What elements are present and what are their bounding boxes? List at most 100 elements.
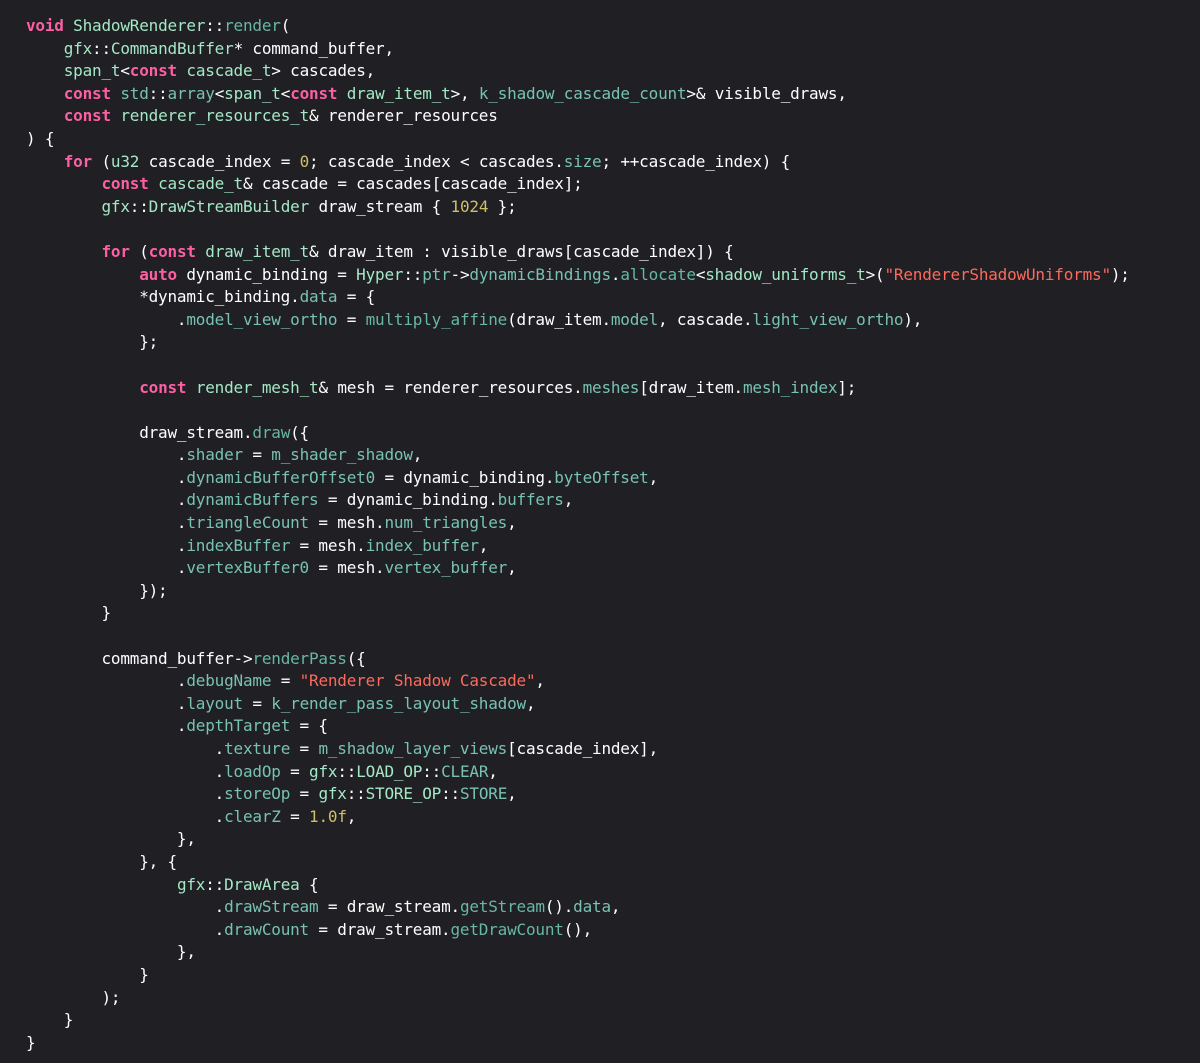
code-token-type: LOAD_OP — [356, 761, 423, 781]
code-token-plain: . — [26, 739, 225, 758]
code-line: const std::array<span_t<const draw_item_… — [26, 83, 1200, 106]
code-line: .triangleCount = mesh.num_triangles, — [26, 512, 1200, 535]
code-token-type: shadow_uniforms_t — [705, 264, 866, 284]
code-token-plain: . — [26, 761, 225, 781]
code-token-plain: [draw_item. — [639, 377, 743, 397]
code-token-kw: const — [129, 61, 177, 81]
code-token-prop: light_view_ortho — [752, 309, 904, 329]
code-token-plain: = { — [337, 287, 376, 307]
code-token-plain: :: — [205, 16, 225, 35]
code-line: }); — [26, 580, 1200, 603]
code-token-plain: & mesh = renderer_resources. — [318, 377, 583, 397]
code-token-plain: ({ — [346, 648, 366, 668]
code-line: draw_stream.draw({ — [26, 422, 1200, 445]
code-token-plain: :: — [337, 761, 357, 781]
code-token-type: gfx — [176, 874, 206, 894]
code-token-plain: (). — [544, 897, 574, 917]
code-line: }, — [26, 828, 1200, 851]
code-token-plain: ); — [26, 987, 121, 1007]
code-token-plain: . — [26, 671, 187, 691]
code-token-plain: (), — [563, 919, 593, 939]
code-line: .layout = k_render_pass_layout_shadow, — [26, 693, 1200, 716]
code-line: }, — [26, 941, 1200, 964]
code-line: } — [26, 1032, 1200, 1055]
code-token-plain: :: — [403, 264, 423, 284]
code-token-kw: for — [101, 241, 130, 261]
code-token-prop: m_shadow_layer_views — [318, 739, 508, 758]
code-line: .dynamicBuffers = dynamic_binding.buffer… — [26, 489, 1200, 512]
code-token-plain: = — [280, 806, 310, 826]
code-token-func: render — [224, 16, 281, 35]
code-token-plain: ( — [92, 151, 111, 171]
code-token-kw: const — [148, 241, 196, 261]
code-token-plain: < — [695, 264, 706, 284]
code-token-plain: cascade_index = — [139, 151, 300, 171]
code-token-plain: = mesh. — [309, 513, 385, 533]
code-token-plain: , — [563, 490, 574, 510]
code-token-plain: , — [648, 467, 659, 487]
code-editor[interactable]: void ShadowRenderer::render( gfx::Comman… — [26, 15, 1200, 1063]
code-token-plain: { — [299, 874, 319, 894]
code-line: .model_view_ortho = multiply_affine(draw… — [26, 309, 1200, 332]
code-token-plain: ; cascade_index < cascades. — [309, 151, 564, 171]
code-token-type: cascade_t — [186, 61, 272, 81]
code-token-prop: texture — [224, 739, 291, 758]
code-token-plain: ), — [903, 309, 923, 329]
code-token-plain: , — [507, 784, 517, 804]
code-token-func: getDrawCount — [450, 919, 564, 939]
code-token-num: 1.0f — [309, 806, 347, 826]
code-token-plain: . — [26, 535, 187, 555]
code-token-prop: k_render_pass_layout_shadow — [271, 693, 526, 713]
code-token-plain: , — [535, 671, 545, 691]
code-token-type: DrawArea — [224, 874, 300, 894]
code-token-plain: = — [242, 693, 272, 713]
code-token-prop: vertexBuffer0 — [186, 558, 309, 578]
code-token-type: CommandBuffer — [110, 38, 234, 58]
code-token-plain: = dynamic_binding. — [318, 490, 498, 510]
code-token-type: gfx — [101, 196, 130, 216]
code-token-type: span_t — [224, 83, 281, 103]
code-token-plain: }, — [26, 829, 196, 849]
code-token-plain: :: — [441, 784, 460, 804]
code-line: const cascade_t& cascade = cascades[casc… — [26, 173, 1200, 196]
code-token-plain: *dynamic_binding. — [26, 287, 300, 307]
code-token-plain: dynamic_binding = — [176, 264, 357, 284]
code-token-plain: = { — [290, 716, 329, 736]
code-token-kw: const — [101, 174, 149, 194]
code-token-prop: mesh_index — [742, 377, 838, 397]
code-token-prop: model_view_ortho — [186, 309, 338, 329]
code-line: span_t<const cascade_t> cascades, — [26, 60, 1200, 83]
code-token-plain: }); — [26, 580, 168, 600]
code-token-prop: m_shader_shadow — [271, 445, 413, 465]
code-token-plain: , — [346, 806, 357, 826]
code-token-kw: auto — [139, 264, 177, 284]
code-token-plain: < — [280, 83, 291, 103]
code-token-prop: byteOffset — [554, 467, 649, 487]
code-token-kw: const — [139, 377, 187, 397]
code-token-prop: model — [610, 309, 659, 329]
code-token-type: renderer_resources_t — [120, 106, 310, 126]
code-token-prop: dynamicBufferOffset0 — [186, 467, 376, 487]
code-token-prop: indexBuffer — [186, 535, 291, 555]
code-token-type: draw_item_t — [205, 241, 310, 261]
code-token-plain: , cascade. — [658, 309, 753, 329]
code-token-plain: [cascade_index], — [507, 739, 659, 758]
code-token-plain: , — [507, 558, 517, 578]
code-token-plain: = draw_stream. — [309, 919, 451, 939]
code-line: void ShadowRenderer::render( — [26, 15, 1200, 38]
code-token-type: gfx — [63, 38, 93, 58]
code-token-plain: , — [610, 897, 621, 917]
code-token-kw: void — [26, 16, 64, 35]
code-token-plain: < — [120, 61, 130, 81]
code-token-func: renderPass — [252, 648, 347, 668]
code-token-kw: for — [63, 151, 93, 171]
code-token-prop: drawCount — [224, 919, 309, 939]
code-token-plain: . — [26, 806, 225, 826]
code-line: *dynamic_binding.data = { — [26, 286, 1200, 309]
